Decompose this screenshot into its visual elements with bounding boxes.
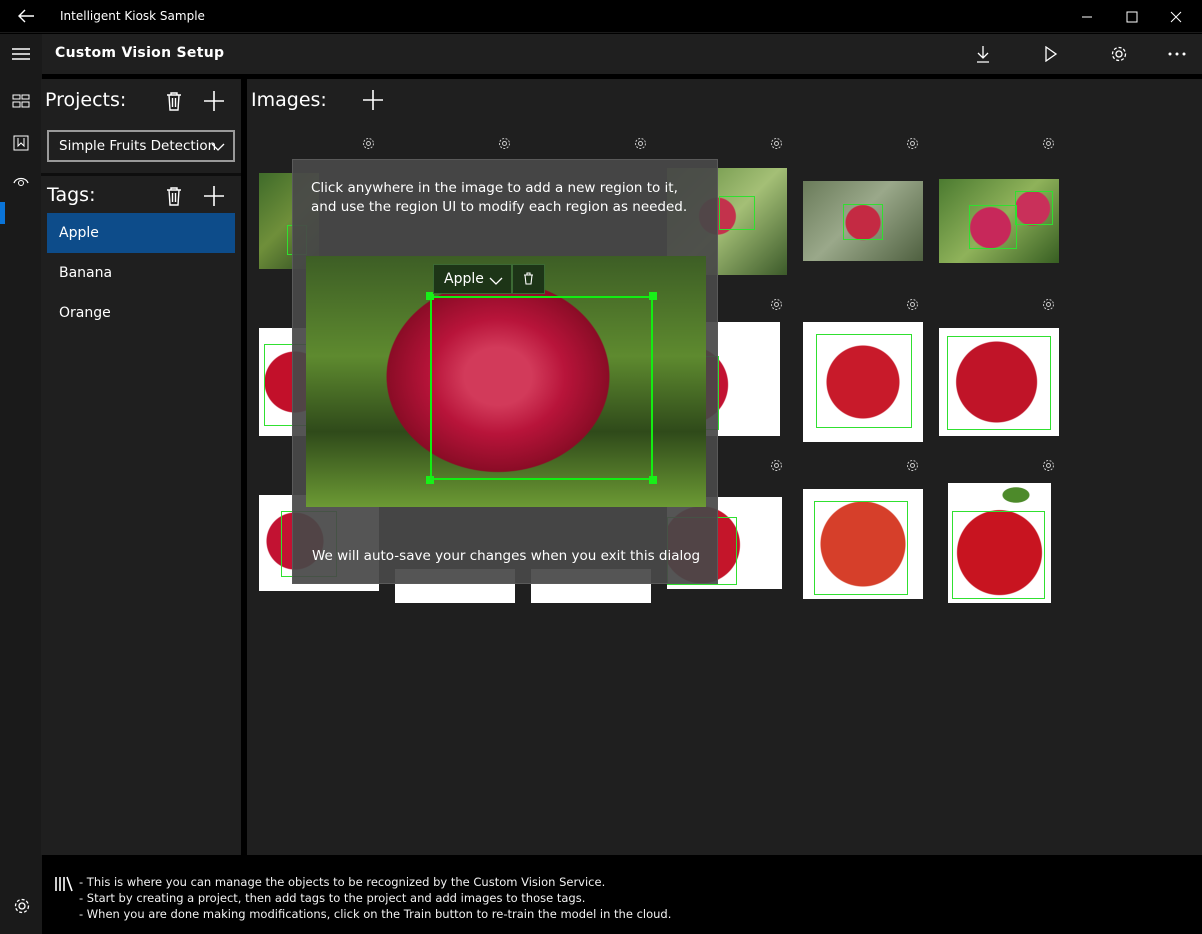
help-bar: - This is where you can manage the objec… [42,855,1202,934]
images-label: Images: [251,89,327,111]
resize-handle[interactable] [649,476,657,484]
dialog-footer-note: We will auto-save your changes when you … [311,548,701,564]
divider [41,173,241,176]
minimize-icon[interactable] [1074,4,1100,30]
settings-icon[interactable] [1108,43,1130,65]
trash-icon [523,270,534,289]
region-box [969,205,1017,249]
page-header: Custom Vision Setup [42,34,1202,74]
image-settings-icon[interactable] [770,135,783,149]
download-icon[interactable] [972,43,994,65]
image-settings-icon[interactable] [770,296,783,310]
help-line: - When you are done making modifications… [79,907,672,921]
add-project-plus-icon[interactable] [203,89,225,113]
back-arrow-icon[interactable] [16,6,36,26]
bookmark-icon[interactable] [12,134,32,154]
tag-item-apple[interactable]: Apple [47,213,235,253]
dashboard-icon[interactable] [12,92,32,112]
region-tag-label: Apple [444,271,484,287]
delete-region-button[interactable] [512,264,545,294]
dialog-instructions: Click anywhere in the image to add a new… [311,180,688,215]
image-thumbnail[interactable] [803,322,923,442]
page-title: Custom Vision Setup [55,45,225,61]
help-line: - Start by creating a project, then add … [79,891,586,905]
region-tag-selector[interactable]: Apple [433,264,512,294]
library-books-icon [54,875,74,897]
project-selector[interactable]: Simple Fruits Detection [47,130,235,162]
chevron-down-icon [489,274,503,290]
region-box [947,336,1051,430]
image-settings-icon[interactable] [906,135,919,149]
image-settings-icon[interactable] [1042,135,1055,149]
image-thumbnail[interactable] [803,489,923,599]
add-tag-plus-icon[interactable] [203,184,225,208]
image-settings-icon[interactable] [362,135,375,149]
settings-gear-icon[interactable] [13,897,31,919]
image-settings-icon[interactable] [1042,296,1055,310]
tags-label: Tags: [47,184,96,206]
image-settings-icon[interactable] [1042,457,1055,471]
delete-tag-trash-icon[interactable] [163,184,185,208]
image-settings-icon[interactable] [906,296,919,310]
projects-label: Projects: [45,89,127,111]
image-settings-icon[interactable] [770,457,783,471]
app-title: Intelligent Kiosk Sample [60,9,205,23]
region-box [843,204,883,240]
image-thumbnail[interactable] [948,483,1051,603]
eye-icon[interactable] [12,172,32,192]
resize-handle[interactable] [426,476,434,484]
close-icon[interactable] [1163,4,1189,30]
delete-project-trash-icon[interactable] [163,89,185,113]
projects-tags-panel: Projects: Simple Fruits Detection Tags: … [41,79,241,855]
tag-item-orange[interactable]: Orange [47,293,235,333]
tag-item-banana[interactable]: Banana [47,253,235,293]
image-thumbnail[interactable] [939,328,1059,436]
region-box [952,511,1045,599]
more-icon[interactable] [1166,43,1188,65]
region-box [816,334,912,428]
add-image-plus-icon[interactable] [362,89,384,115]
project-selected-value: Simple Fruits Detection [59,138,217,154]
chevron-down-icon [211,140,225,156]
region-box [719,196,755,230]
image-settings-icon[interactable] [634,135,647,149]
tag-label: Banana [59,265,113,281]
play-icon[interactable] [1040,43,1062,65]
image-thumbnail[interactable] [939,179,1059,263]
hamburger-icon[interactable] [11,46,31,66]
region-box [1015,191,1053,225]
tag-label: Orange [59,305,111,321]
image-settings-icon[interactable] [906,457,919,471]
tag-label: Apple [59,225,99,241]
active-indicator [0,202,5,224]
image-thumbnail[interactable] [803,181,923,261]
region-box [814,501,908,595]
region-editor-dialog: Click anywhere in the image to add a new… [292,159,718,584]
resize-handle[interactable] [649,292,657,300]
nav-rail [0,34,42,934]
region-editor-image[interactable]: Apple [306,256,706,507]
title-bar: Intelligent Kiosk Sample [0,0,1202,33]
region-box[interactable] [430,296,653,480]
help-line: - This is where you can manage the objec… [79,875,606,889]
maximize-icon[interactable] [1119,4,1145,30]
image-settings-icon[interactable] [498,135,511,149]
